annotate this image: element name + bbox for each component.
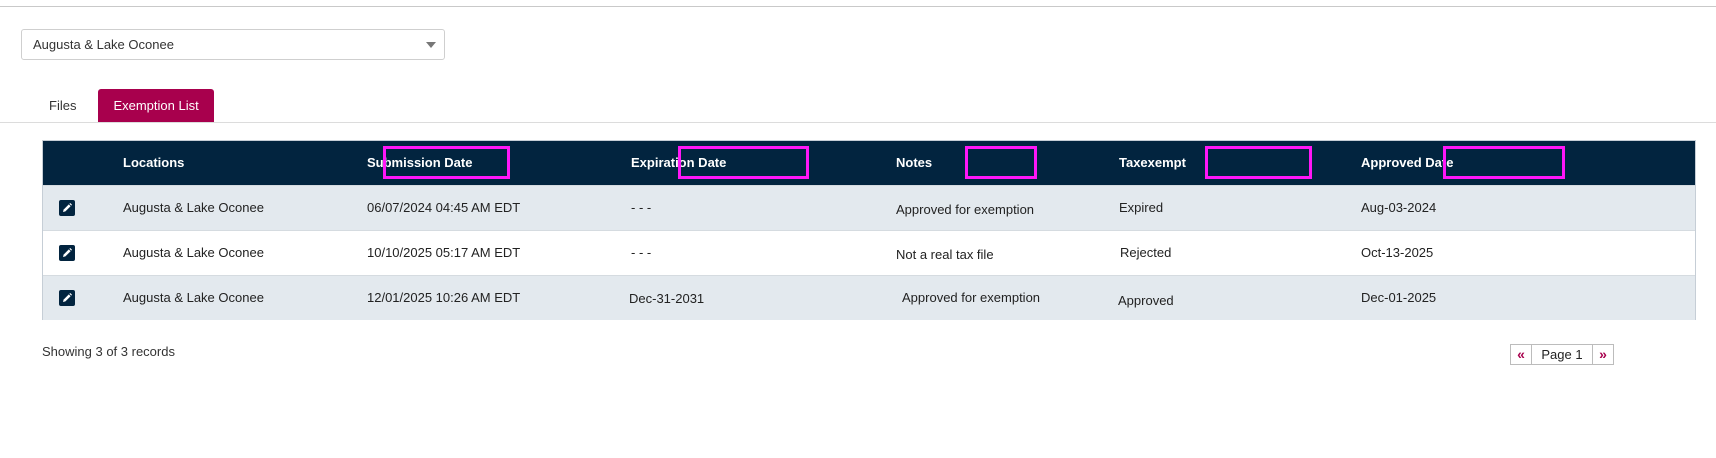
cell-submission-date: 12/01/2025 10:26 AM EDT [367,290,521,305]
tab-exemption-list[interactable]: Exemption List [98,89,214,123]
exemption-table: Locations Submission Date Expiration Dat… [42,140,1696,320]
cell-taxexempt: Approved [1118,293,1174,308]
table-row: Augusta & Lake Oconee 10/10/2025 05:17 A… [43,230,1695,275]
cell-location: Augusta & Lake Oconee [123,290,264,305]
edit-icon[interactable] [59,200,75,216]
header-locations[interactable]: Locations [123,141,184,185]
highlight-box-submission-date [383,146,510,179]
tab-bar: Files Exemption List [34,89,214,123]
header-approved-date[interactable]: Approved Date [1361,141,1453,185]
double-chevron-right-icon[interactable]: » [1592,345,1613,364]
location-select-value: Augusta & Lake Oconee [33,37,174,52]
highlight-box-expiration-date [678,146,809,179]
highlight-box-notes [965,146,1037,179]
cell-notes: Approved for exemption [896,202,1035,217]
record-count: Showing 3 of 3 records [42,344,175,359]
location-select[interactable]: Augusta & Lake Oconee [21,29,445,60]
table-row: Augusta & Lake Oconee 12/01/2025 10:26 A… [43,275,1695,320]
highlight-box-approved-date [1443,146,1565,179]
header-notes[interactable]: Notes [896,141,932,185]
cell-taxexempt: Expired [1119,200,1164,215]
header-taxexempt[interactable]: Taxexempt [1119,141,1186,185]
tabs-divider [0,122,1716,123]
top-divider [0,6,1716,7]
cell-approved-date: Aug-03-2024 [1361,200,1437,215]
cell-location: Augusta & Lake Oconee [123,245,264,260]
tab-files[interactable]: Files [34,89,91,123]
pagination: « Page 1 » [1510,344,1614,365]
chevron-down-icon[interactable] [426,42,436,48]
cell-expiration-date: Dec-31-2031 [629,291,705,306]
highlight-box-taxexempt [1205,146,1312,179]
cell-notes: Approved for exemption [902,290,1041,305]
cell-submission-date: 10/10/2025 05:17 AM EDT [367,245,521,260]
table-header: Locations Submission Date Expiration Dat… [43,141,1695,185]
table-row: Augusta & Lake Oconee 06/07/2024 04:45 A… [43,185,1695,230]
cell-approved-date: Dec-01-2025 [1361,290,1437,305]
page-label: Page 1 [1541,347,1583,362]
cell-taxexempt: Rejected [1120,245,1172,260]
cell-expiration-date: - - - [631,245,652,260]
cell-submission-date: 06/07/2024 04:45 AM EDT [367,200,521,215]
edit-icon[interactable] [59,290,75,306]
edit-icon[interactable] [59,245,75,261]
cell-location: Augusta & Lake Oconee [123,200,264,215]
cell-approved-date: Oct-13-2025 [1361,245,1434,260]
cell-notes: Not a real tax file [896,247,994,262]
double-chevron-left-icon[interactable]: « [1511,345,1532,364]
cell-expiration-date: - - - [631,200,652,215]
